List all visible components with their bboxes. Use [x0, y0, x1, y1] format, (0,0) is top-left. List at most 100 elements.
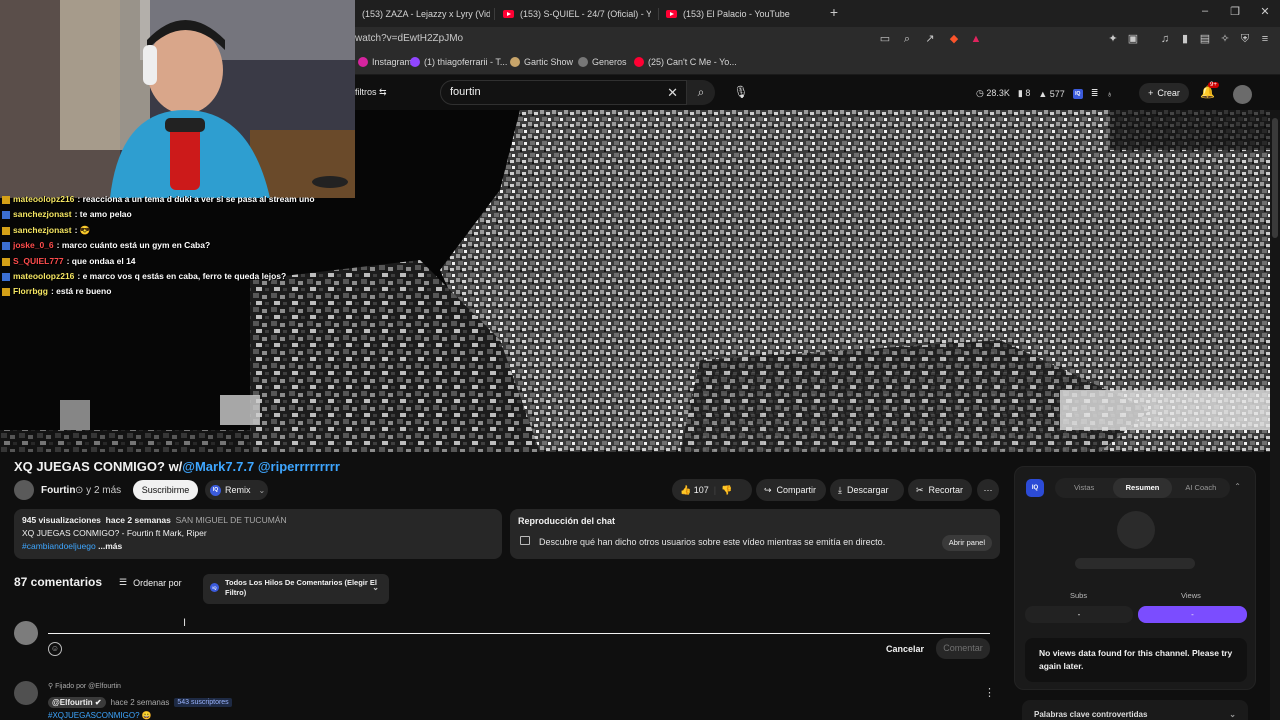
comment-submit-button[interactable]: Comentar — [936, 638, 990, 659]
restore-icon[interactable]: ❐ — [1225, 5, 1245, 21]
account-avatar[interactable] — [1233, 85, 1252, 104]
create-button[interactable]: + Crear — [1139, 83, 1189, 103]
browser-tab[interactable]: (153) ZAZA - Lejazzy x Lyry (Video Of... — [362, 4, 490, 24]
pin-icon: ⚲ — [48, 683, 54, 690]
share-page-icon[interactable]: ↗ — [923, 32, 937, 46]
browser-tab[interactable]: (153) El Palacio - YouTube — [666, 4, 826, 24]
leo-ai-icon[interactable]: ✧ — [1218, 32, 1232, 46]
channel-name[interactable]: Fourtin — [41, 485, 75, 496]
controversial-keywords-section[interactable]: Palabras clave controvertidas ⌄ — [1022, 700, 1248, 720]
collaborators-link[interactable]: ⊙ y 2 más — [75, 485, 121, 496]
title-mention-link[interactable]: @Mark7.7.7 — [182, 459, 254, 474]
commenter-avatar[interactable] — [14, 681, 38, 705]
search-input[interactable] — [450, 86, 650, 98]
bookmark-item[interactable]: (25) Can't C Me - Yo... — [634, 57, 737, 67]
cancel-button[interactable]: Cancelar — [880, 641, 930, 657]
channel-avatar[interactable] — [14, 480, 34, 500]
download-button[interactable]: ⤓ Descargar — [830, 479, 904, 501]
cast-icon[interactable]: ▭ — [878, 32, 892, 46]
brave-shield-icon[interactable]: ◆ — [947, 32, 961, 46]
comment-date[interactable]: hace 2 semanas — [111, 698, 170, 707]
count-stat-a: ▮ 8 — [1017, 88, 1031, 98]
emoji-icon[interactable]: ☺ — [48, 642, 62, 656]
vpn-icon[interactable]: ⛨ — [1238, 32, 1252, 46]
tab-resumen[interactable]: Resumen — [1113, 478, 1172, 498]
bookmark-item[interactable]: (1) thiagoferrarii - T... — [410, 57, 507, 67]
tab-title: (153) El Palacio - YouTube — [683, 9, 790, 19]
comment-more-icon[interactable]: ⋮ — [984, 686, 995, 699]
globe-icon — [578, 57, 588, 67]
sidebar-icon[interactable]: ▮ — [1178, 32, 1192, 46]
chat-text: : reacciona a un tema d duki a ver si se… — [77, 194, 315, 204]
subs-label: Subs — [1070, 591, 1088, 600]
bookmark-item[interactable]: Instagram — [358, 57, 412, 67]
iq-icon: IQ — [210, 583, 219, 592]
location: SAN MIGUEL DE TUCUMÁN — [175, 515, 287, 525]
comment-threads-filter[interactable]: IQ Todos Los Hilos De Comentarios (Elegi… — [203, 574, 389, 604]
extensions-icon[interactable]: ✦ — [1106, 32, 1120, 46]
instagram-icon — [358, 57, 368, 67]
comment-author[interactable]: @Elfourtin ✔ — [48, 697, 106, 708]
download-label: Descargar — [846, 485, 889, 495]
minimize-icon[interactable]: – — [1195, 5, 1215, 21]
new-tab-button[interactable]: + — [826, 4, 842, 22]
media-icon[interactable]: ♫ — [1158, 32, 1172, 46]
tab-vistas[interactable]: Vistas — [1055, 478, 1113, 498]
webcam-overlay — [0, 0, 355, 198]
subscribe-button[interactable]: Suscribirme — [133, 480, 198, 500]
chat-message: Florrbgg: está re bueno — [2, 286, 342, 301]
title-mention-link[interactable]: @riperrrrrrrrr — [258, 459, 340, 474]
zoom-icon[interactable]: ⌕ — [900, 32, 914, 46]
voice-search-button[interactable]: 🎙 — [730, 80, 752, 105]
open-panel-button[interactable]: Abrir panel — [941, 535, 992, 551]
scrollbar-thumb[interactable] — [1272, 118, 1278, 238]
comment-input[interactable] — [48, 617, 990, 634]
subs-value[interactable]: - — [1025, 606, 1133, 623]
like-count: 107 — [693, 484, 709, 495]
bookmark-label: (25) Can't C Me - Yo... — [648, 57, 737, 67]
description-footer: #cambiandoeljuego ...más — [22, 541, 494, 551]
close-window-icon[interactable]: ✕ — [1255, 5, 1275, 21]
menu-icon[interactable]: ≡ — [1258, 32, 1272, 46]
chat-message: sanchezjonast: 😎 — [2, 225, 342, 240]
sort-by-button[interactable]: ☰ Ordenar por — [119, 577, 182, 588]
chevron-up-icon[interactable]: ⌃ — [1234, 482, 1241, 491]
chat-replay-text: Descubre qué han dicho otros usuarios so… — [539, 537, 886, 547]
share-button[interactable]: ↪ Compartir — [756, 479, 826, 501]
tab-groups-icon[interactable]: ▣ — [1126, 32, 1140, 46]
browser-tab[interactable]: (153) S-QUIEL - 24/7 (Oficial) - YouTu..… — [503, 4, 651, 24]
award-icon[interactable]: ♁ — [1106, 89, 1113, 99]
create-label: Crear — [1157, 88, 1180, 98]
views-value[interactable]: - — [1138, 606, 1247, 623]
list-icon[interactable]: ≣ — [1091, 88, 1099, 99]
more-actions-button[interactable]: ⋯ — [977, 479, 999, 501]
url-field[interactable]: watch?v=dEwtH2ZpJMo — [355, 33, 463, 44]
gartic-icon — [510, 57, 520, 67]
dislike-icon[interactable]: 👎 — [721, 485, 732, 496]
remix-button[interactable]: IQ Remix ⌄ — [205, 480, 268, 500]
text-cursor-icon: I — [183, 617, 187, 629]
show-more-link[interactable]: ...más — [98, 541, 122, 551]
like-button[interactable]: 👍 107 — [680, 485, 709, 496]
channel-avatar-placeholder — [1117, 511, 1155, 549]
wallet-icon[interactable]: ▤ — [1198, 32, 1212, 46]
youtube-icon — [634, 57, 644, 67]
title-text: XQ JUEGAS CONMIGO? w/ — [14, 459, 183, 474]
filters-button[interactable]: filtros ⇆ — [355, 87, 387, 98]
upload-date: hace 2 semanas — [105, 515, 171, 525]
scissors-icon: ✂ — [916, 484, 924, 495]
search-button[interactable]: ⌕ — [687, 80, 715, 105]
bookmark-label: Generos — [592, 57, 627, 67]
brave-rewards-icon[interactable]: ▲ — [969, 32, 983, 46]
tab-ai-coach[interactable]: AI Coach — [1172, 478, 1230, 498]
chat-badge-icon — [2, 272, 10, 281]
bookmark-item[interactable]: Generos — [578, 57, 627, 67]
video-description[interactable]: 945 visualizaciones hace 2 semanas SAN M… — [14, 509, 502, 559]
iq-extension-icon[interactable]: IQ — [1072, 88, 1083, 99]
microphone-icon: 🎙 — [733, 85, 749, 99]
clear-search-icon[interactable]: ✕ — [667, 85, 678, 101]
clip-button[interactable]: ✂ Recortar — [908, 479, 972, 501]
bookmark-item[interactable]: Gartic Show — [510, 57, 573, 67]
hashtag-link[interactable]: #cambiandoeljuego — [22, 541, 96, 551]
plus-icon: + — [1148, 88, 1154, 98]
